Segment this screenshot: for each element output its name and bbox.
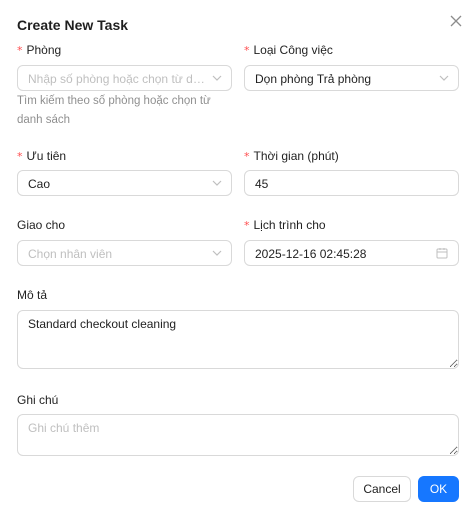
task-type-select[interactable]: Dọn phòng Trả phòng (244, 65, 459, 91)
cancel-button[interactable]: Cancel (353, 476, 411, 502)
modal-title: Create New Task (17, 17, 129, 33)
duration-input[interactable]: 45 (244, 170, 459, 196)
assignee-select[interactable]: Chọn nhân viên (17, 240, 232, 266)
notes-textarea[interactable] (17, 414, 459, 456)
description-textarea[interactable]: Standard checkout cleaning (17, 310, 459, 369)
create-task-modal: Create New Task * Phòng Nhập số phòng hoặ… (0, 0, 475, 515)
assignee-label: Giao cho (17, 218, 66, 232)
chevron-down-icon (212, 180, 222, 186)
close-icon[interactable] (449, 14, 463, 28)
notes-label: Ghi chú (17, 393, 59, 407)
room-select[interactable]: Nhập số phòng hoặc chọn từ danh sách (17, 65, 232, 91)
priority-label: * Ưu tiên (17, 149, 67, 163)
task-type-label: * Loại Công việc (244, 43, 333, 57)
schedule-datepicker[interactable]: 2025-12-16 02:45:28 (244, 240, 459, 266)
room-label: * Phòng (17, 43, 62, 57)
room-help-text: Tìm kiếm theo số phòng hoặc chọn từ danh… (17, 95, 211, 126)
duration-value: 45 (255, 177, 269, 191)
required-marker: * (244, 44, 250, 57)
priority-select[interactable]: Cao (17, 170, 232, 196)
room-placeholder: Nhập số phòng hoặc chọn từ danh sách (28, 72, 206, 86)
priority-value: Cao (28, 177, 51, 191)
description-label: Mô tả (17, 288, 48, 302)
required-marker: * (244, 219, 250, 232)
chevron-down-icon (212, 250, 222, 256)
ok-button[interactable]: OK (418, 476, 459, 502)
task-type-value: Dọn phòng Trả phòng (255, 72, 372, 86)
chevron-down-icon (439, 75, 449, 81)
schedule-label: * Lịch trình cho (244, 218, 326, 232)
required-marker: * (17, 150, 23, 163)
assignee-placeholder: Chọn nhân viên (28, 247, 113, 261)
schedule-value: 2025-12-16 02:45:28 (255, 247, 367, 261)
chevron-down-icon (212, 75, 222, 81)
required-marker: * (17, 44, 23, 57)
calendar-icon (436, 248, 448, 259)
required-marker: * (244, 150, 250, 163)
duration-label: * Thời gian (phút) (244, 149, 339, 163)
